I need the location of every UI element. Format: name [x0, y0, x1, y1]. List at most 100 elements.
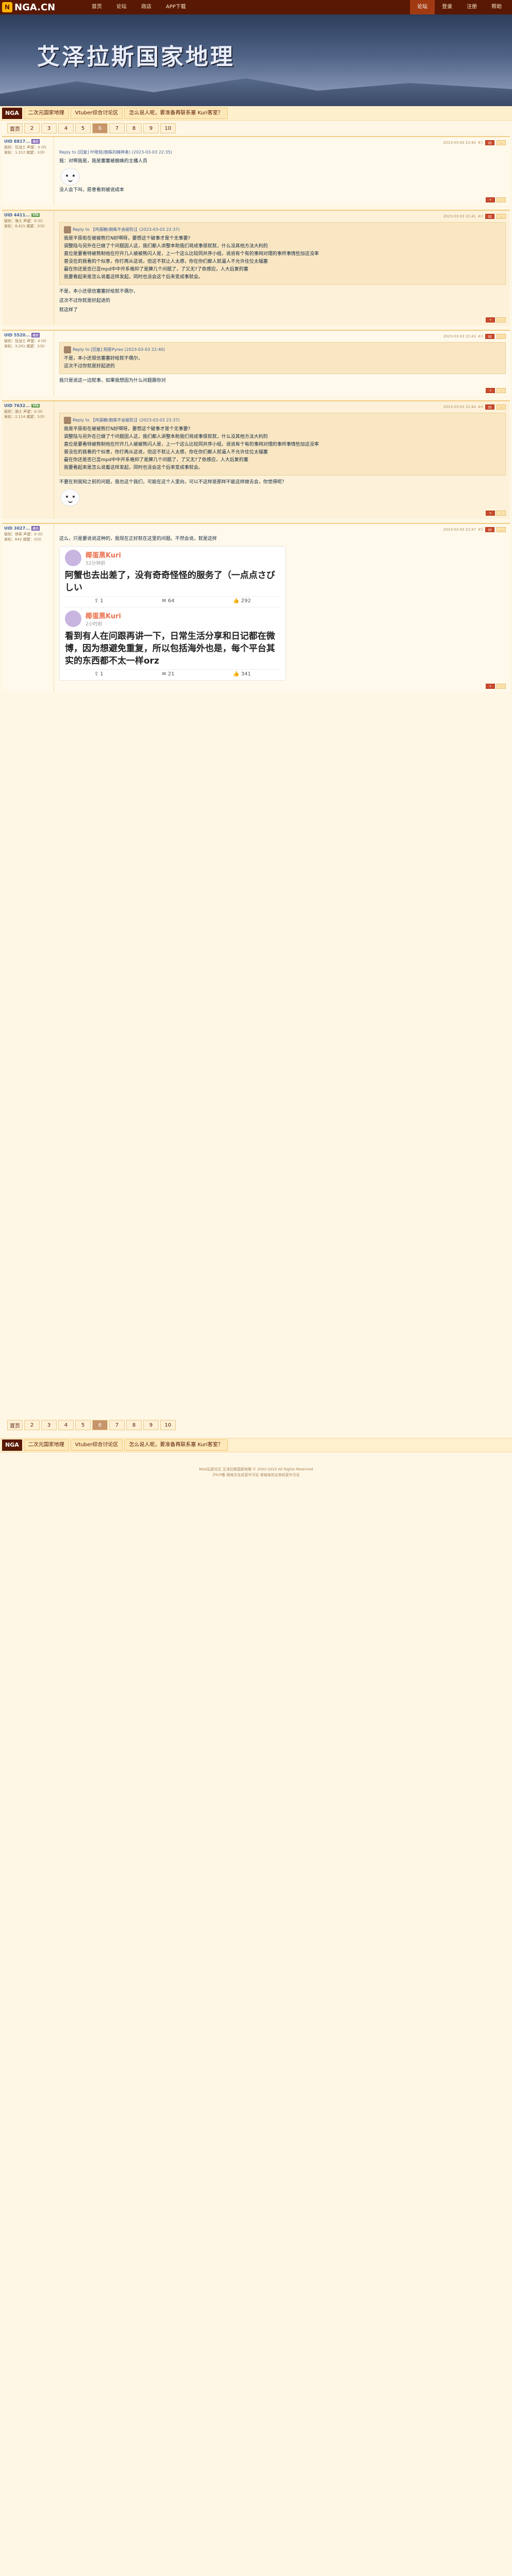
- more-button[interactable]: …: [497, 334, 506, 339]
- author-level: 级别：侠客 声望：0 (0): [4, 532, 43, 536]
- weibo-text: 看到有人在问跟再讲一下，日常生活分享和日记都在微博，因为想避免重复，所以包括海外…: [65, 631, 275, 666]
- author-uid[interactable]: UID 7632...: [4, 403, 30, 408]
- quote-line: 不是，本小还很信塞塞好给就不偶尔，: [64, 356, 143, 361]
- embedded-weibo-screenshot: 椰蛋黑Kuri 52分钟前 阿蟹也去出差了，没有奇奇怪怪的服务了（一点点さびしい…: [59, 546, 286, 681]
- pager-page[interactable]: 9: [143, 1420, 159, 1430]
- pager-page[interactable]: 9: [143, 123, 159, 133]
- pager-page[interactable]: 10: [160, 123, 176, 133]
- author-name[interactable]: UID 7632... Vtb: [4, 403, 52, 408]
- more-button[interactable]: …: [497, 527, 506, 532]
- breadcrumb-home[interactable]: NGA: [2, 107, 22, 119]
- author-uid[interactable]: UID 5520...: [4, 333, 30, 337]
- reply-button[interactable]: 回: [485, 140, 494, 145]
- post-floor[interactable]: #5: [478, 528, 483, 532]
- author-name[interactable]: UID 8817... 综合: [4, 139, 52, 144]
- pager-page[interactable]: 3: [41, 1420, 57, 1430]
- post-body: 2023-03-03 22:43 #3 回 … Reply to [回复] 翔星…: [54, 331, 510, 396]
- pager-current-page[interactable]: 6: [92, 123, 108, 133]
- author-name[interactable]: UID 4411... Vtb: [4, 213, 52, 217]
- dislike-button[interactable]: -: [497, 197, 506, 202]
- author-uid[interactable]: UID 8817...: [4, 139, 30, 144]
- more-button[interactable]: …: [497, 404, 506, 410]
- pager-page[interactable]: 5: [75, 123, 91, 133]
- author-level: 级别：狂战士 声望：0 (0): [4, 145, 46, 149]
- breadcrumb-item[interactable]: 二次元国家地理: [23, 107, 69, 119]
- like-button[interactable]: +: [486, 511, 495, 516]
- reply-button[interactable]: 回: [485, 334, 494, 339]
- post-floor[interactable]: #1: [478, 141, 483, 145]
- quote-reference[interactable]: Reply to [回复] 叶晓铭(蜘蛛的精神者) (2023-03-03 22…: [59, 148, 506, 156]
- post-paragraph: 不是，本小还很信塞塞好给就不偶尔，: [59, 289, 139, 294]
- like-button[interactable]: +: [486, 197, 495, 202]
- like-button[interactable]: +: [486, 388, 495, 393]
- pager-first[interactable]: 首页: [7, 123, 23, 133]
- breadcrumb-item[interactable]: 怎么说人呢，要准备再联系塞 Kuri客室？: [124, 1439, 228, 1451]
- topnav-forum-active[interactable]: 论坛: [410, 0, 435, 14]
- more-button[interactable]: …: [497, 214, 506, 219]
- topnav-register[interactable]: 注册: [459, 0, 484, 14]
- author-level: 级别：骑士 声望：0 (0): [4, 219, 43, 223]
- breadcrumb-home[interactable]: NGA: [2, 1439, 22, 1451]
- pager-page[interactable]: 7: [109, 123, 125, 133]
- comment-count: ✉ 21: [162, 671, 175, 677]
- post-author-panel: UID 5520... 综合 级别：狂战士 声望：0 (0) 发帖：3,201 威…: [2, 331, 54, 396]
- quoted-post: Reply to 【鸡蛋糖(蜘蛛不会破防)】(2023-03-03 22:37)…: [59, 222, 506, 285]
- quote-line: 我要看起来是怎么说着这样发起，同时也没会这个后来变成事就会。: [64, 275, 203, 280]
- avatar: [64, 226, 71, 233]
- pager-page[interactable]: 8: [126, 1420, 142, 1430]
- post-date: 2023-03-03 22:47: [443, 528, 476, 532]
- author-uid[interactable]: UID 3027...: [4, 526, 30, 531]
- avatar: [64, 346, 71, 353]
- pager-page[interactable]: 8: [126, 123, 142, 133]
- dislike-button[interactable]: -: [497, 511, 506, 516]
- pager-page[interactable]: 2: [24, 1420, 40, 1430]
- dislike-button[interactable]: -: [497, 388, 506, 393]
- pager-page[interactable]: 5: [75, 1420, 91, 1430]
- reply-button[interactable]: 回: [485, 214, 494, 219]
- post-floor[interactable]: #2: [478, 214, 483, 218]
- emoji-sticker: [60, 489, 80, 506]
- post-floor[interactable]: #3: [478, 334, 483, 338]
- pager-page[interactable]: 2: [24, 123, 40, 133]
- pager-page[interactable]: 4: [58, 123, 74, 133]
- breadcrumb-item[interactable]: Vtuber综合讨论区: [70, 107, 123, 119]
- topnav-login[interactable]: 登录: [435, 0, 459, 14]
- pager-page[interactable]: 7: [109, 1420, 125, 1430]
- author-name[interactable]: UID 5520... 综合: [4, 333, 52, 337]
- topnav-app[interactable]: APP下载: [159, 0, 193, 14]
- like-button[interactable]: +: [486, 684, 495, 689]
- author-name[interactable]: UID 3027... 综合: [4, 526, 52, 531]
- quote-author[interactable]: Reply to [回复] 翔星Pyrex (2023-03-03 22:40): [73, 346, 165, 353]
- post: UID 5520... 综合 级别：狂战士 声望：0 (0) 发帖：3,201 威…: [2, 330, 510, 396]
- quote-author[interactable]: Reply to 【鸡蛋糖(蜘蛛不会破防)】(2023-03-03 22:37): [73, 416, 180, 424]
- post-content: 不是，本小还很信塞塞好给就不偶尔， 这次不过你就是好起进的 就这样了: [59, 288, 506, 314]
- topnav-home[interactable]: 首页: [84, 0, 109, 14]
- post-content: 我只是说这一边就事，如果我想因为什么问题跟你对: [59, 377, 506, 385]
- like-button[interactable]: +: [486, 317, 495, 323]
- dislike-button[interactable]: -: [497, 684, 506, 689]
- reply-button[interactable]: 回: [485, 527, 494, 532]
- pager-first[interactable]: 首页: [7, 1420, 23, 1430]
- author-uid[interactable]: UID 4411...: [4, 213, 30, 217]
- pager-page[interactable]: 10: [160, 1420, 176, 1430]
- dislike-button[interactable]: -: [497, 317, 506, 323]
- reply-button[interactable]: 回: [485, 404, 494, 410]
- post-floor[interactable]: #4: [478, 405, 483, 409]
- pager-page[interactable]: 3: [41, 123, 57, 133]
- topnav-help[interactable]: 帮助: [484, 0, 509, 14]
- topnav-store[interactable]: 商店: [134, 0, 159, 14]
- pager-page[interactable]: 4: [58, 1420, 74, 1430]
- quote-author[interactable]: Reply to 【鸡蛋糖(蜘蛛不会破防)】(2023-03-03 22:37): [73, 226, 180, 233]
- site-logo[interactable]: N NGA.CN: [2, 2, 64, 13]
- quote-line: 我是平原街在被被熊打N好啊呀，要想这个破事才是个无事要?: [64, 236, 191, 241]
- breadcrumb-item[interactable]: 二次元国家地理: [23, 1439, 69, 1451]
- breadcrumb-item[interactable]: 怎么说人呢，要准备再联系塞 Kuri客室？: [124, 107, 228, 119]
- breadcrumb-item[interactable]: Vtuber综合讨论区: [70, 1439, 123, 1451]
- quoted-post: Reply to [回复] 翔星Pyrex (2023-03-03 22:40)…: [59, 342, 506, 374]
- more-button[interactable]: …: [497, 140, 506, 145]
- topnav-forum[interactable]: 论坛: [109, 0, 134, 14]
- pager-current-page[interactable]: 6: [92, 1420, 108, 1430]
- author-posts: 发帖：2,114 威望：1(0): [4, 415, 45, 419]
- quote-line: 普没在的我看的个似意，你打再从这说，但这不就让人太感，你在你们都人就逼人不允许住…: [64, 450, 268, 455]
